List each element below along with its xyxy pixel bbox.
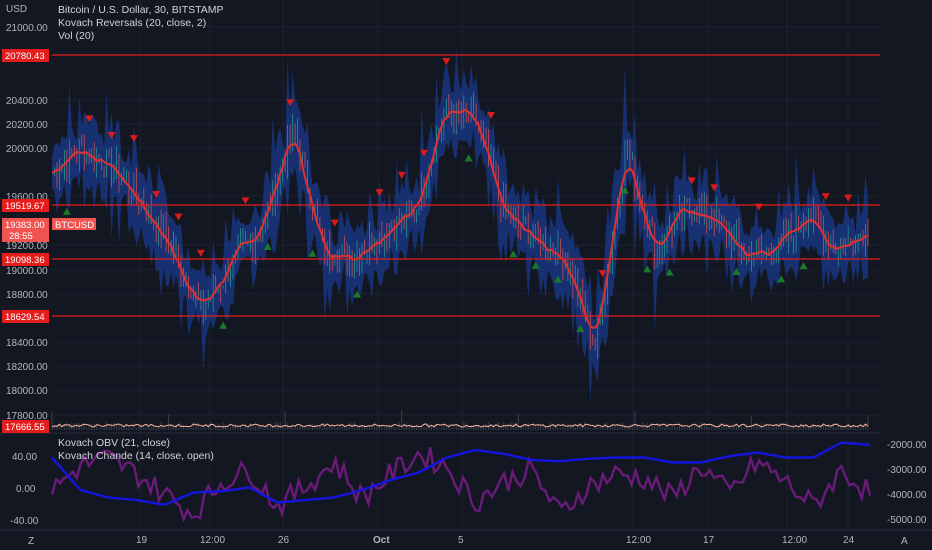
price-tick: 18800.00 [6,290,48,301]
price-tick: 18200.00 [6,362,48,373]
time-label: 12:00 [782,535,807,546]
level-label-3: 19098.36 [5,255,45,266]
level-box-5: 17666.55 [2,420,49,433]
auto-scale-button[interactable]: A [901,536,908,547]
obv-tick: -3000.00 [887,465,927,476]
level-box-4: 18629.54 [2,310,49,323]
chart-svg[interactable]: 21000.00 20400.00 20200.00 20000.00 1960… [0,0,932,550]
obv-legend[interactable]: Kovach OBV (21, close) [58,437,170,449]
obv-tick: -4000.00 [887,490,927,501]
price-tick: 20200.00 [6,120,48,131]
time-label: 19 [136,535,148,546]
level-box-3: 19098.36 [2,253,49,266]
price-tick: 18000.00 [6,386,48,397]
obv-tick: -2000.00 [887,440,927,451]
chart-window: 21000.00 20400.00 20200.00 20000.00 1960… [0,0,932,550]
current-price: 19383.00 [5,220,45,231]
level-label-5: 17666.55 [5,422,45,433]
level-label-4: 18629.54 [5,312,45,323]
chande-tick: -40.00 [10,516,39,527]
time-label: 5 [458,535,464,546]
price-tick: 19000.00 [6,266,48,277]
indicator-legend-1[interactable]: Kovach Reversals (20, close, 2) [58,17,206,29]
chart-title[interactable]: Bitcoin / U.S. Dollar, 30, BITSTAMP [58,4,224,16]
time-label: 26 [278,535,290,546]
price-tick: 21000.00 [6,23,48,34]
price-tick: 18400.00 [6,338,48,349]
level-label-1: 20780.43 [5,51,45,62]
currency-label: USD [6,4,27,15]
price-tick: 20000.00 [6,144,48,155]
price-tick: 19200.00 [6,241,48,252]
indicator-legend-2[interactable]: Vol (20) [58,30,94,42]
time-label: 12:00 [626,535,651,546]
time-label: 24 [843,535,855,546]
level-box-2: 19519.67 [2,199,49,212]
time-label: Oct [373,535,390,546]
time-label: 17 [703,535,715,546]
countdown: 28:55 [9,231,33,242]
symbol-label: BTCUSD [55,220,94,231]
time-label: 12:00 [200,535,225,546]
chande-legend[interactable]: Kovach Chande (14, close, open) [58,450,214,462]
price-tick: 20400.00 [6,96,48,107]
level-label-2: 19519.67 [5,201,45,212]
level-box-1: 20780.43 [2,49,49,62]
chande-tick: 0.00 [16,484,36,495]
obv-tick: -5000.00 [887,515,927,526]
z-icon[interactable]: Z [28,536,34,547]
chande-tick: 40.00 [12,452,37,463]
